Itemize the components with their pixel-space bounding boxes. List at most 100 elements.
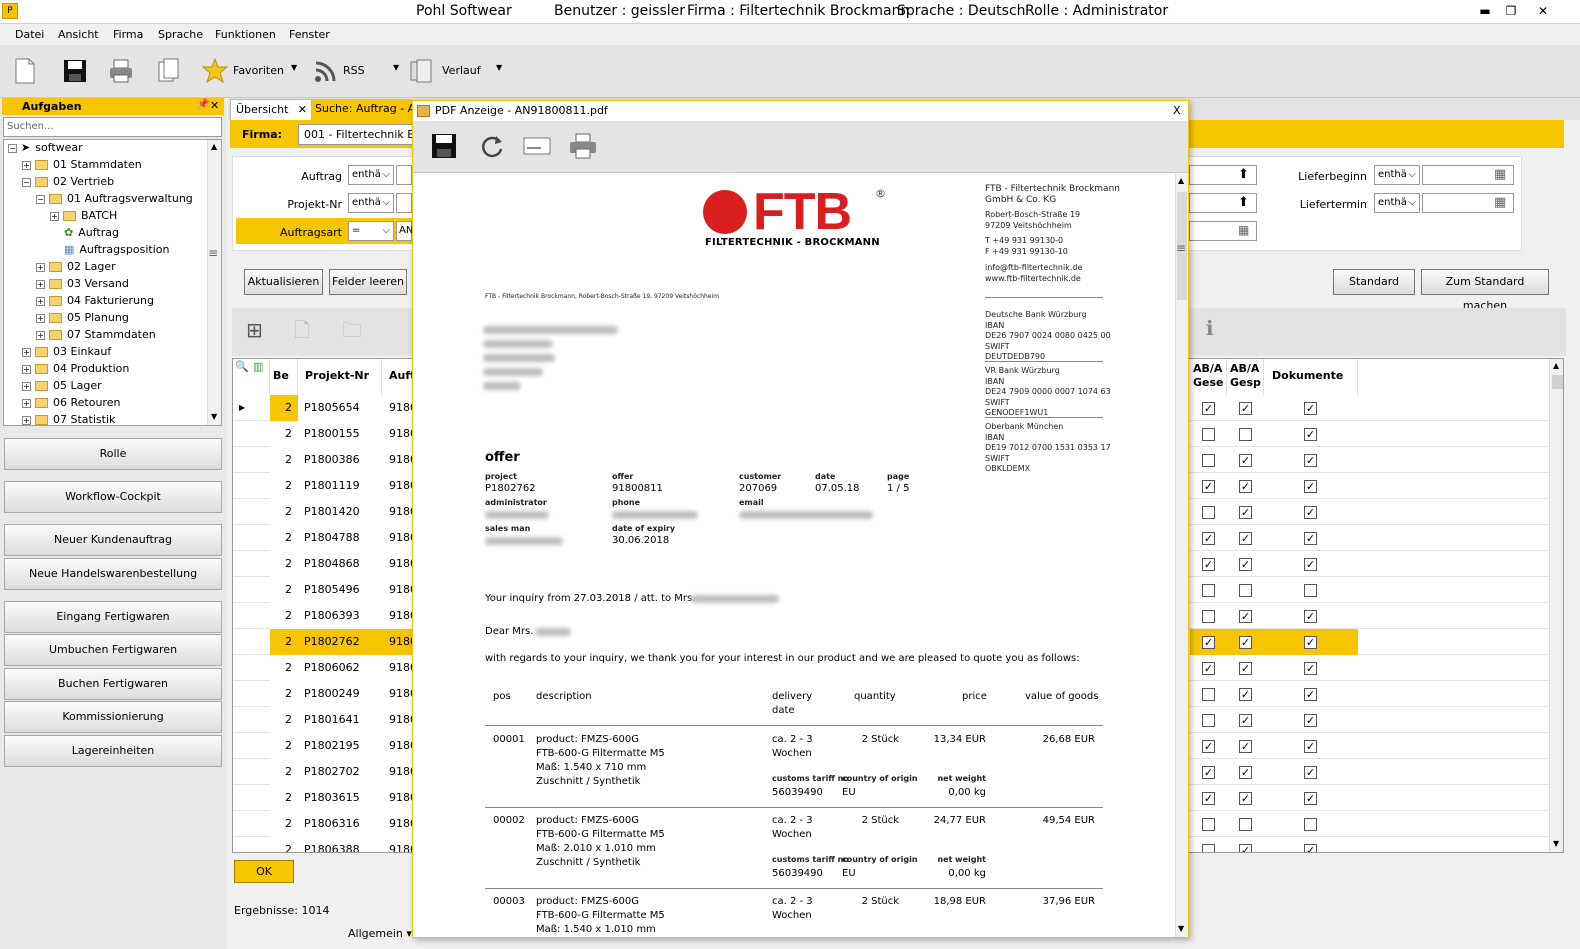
eingang-fertigwaren-button[interactable]: Eingang Fertigwaren <box>4 601 222 633</box>
cell-auftrag[interactable]: 9180 <box>382 447 414 473</box>
checkbox-ab-gesendet[interactable] <box>1202 584 1215 597</box>
cell-be[interactable]: 2 <box>270 603 298 629</box>
grid-layout-icon[interactable]: ⊞ <box>246 318 263 342</box>
liefertermin-operator-select[interactable]: enthä <box>1374 193 1420 213</box>
tree-node-07-statistik[interactable]: +07 Statistik <box>22 412 115 425</box>
header-ab-gesendet[interactable]: AB/A Gese <box>1190 359 1227 395</box>
cell-be[interactable]: 2 <box>270 421 298 447</box>
pin-icon[interactable]: 📌 <box>197 99 209 110</box>
calendar-icon[interactable]: ▦ <box>1494 195 1506 210</box>
checkbox-ab-gespeichert[interactable]: ✓ <box>1239 714 1252 727</box>
checkbox-ab-gespeichert[interactable]: ✓ <box>1239 766 1252 779</box>
star-favorites-icon[interactable] <box>202 57 228 85</box>
checkbox-ab-gespeichert[interactable]: ✓ <box>1239 844 1252 852</box>
expand-icon[interactable]: + <box>22 381 31 391</box>
menu-sprache[interactable]: Sprache <box>158 28 203 41</box>
cell-be[interactable]: 2 <box>270 577 298 603</box>
cell-auftrag[interactable]: 9180 <box>382 811 414 837</box>
checkbox-ab-gespeichert[interactable] <box>1239 818 1252 831</box>
new-icon[interactable]: 🗋 <box>294 316 310 350</box>
cell-be[interactable]: 2 <box>270 525 298 551</box>
pdf-save-icon[interactable] <box>431 133 457 159</box>
cell-auftrag[interactable]: 9180 <box>382 655 414 681</box>
cell-auftrag[interactable]: 9180 <box>382 499 414 525</box>
expand-icon[interactable]: + <box>50 211 59 221</box>
expand-icon[interactable]: + <box>36 279 45 289</box>
grid-scrollbar[interactable]: ▲ ▼ <box>1549 359 1563 852</box>
tab-close-icon[interactable]: ✕ <box>298 100 307 120</box>
favoriten-dropdown-icon[interactable]: ▼ <box>291 63 297 72</box>
collapse-icon[interactable]: − <box>22 177 31 187</box>
pdf-scrollbar[interactable]: ▲ ▼ <box>1175 174 1188 937</box>
menu-funktionen[interactable]: Funktionen <box>215 28 276 41</box>
checkbox-ab-gespeichert[interactable]: ✓ <box>1239 792 1252 805</box>
scroll-up-icon[interactable]: ▲ <box>1178 176 1184 185</box>
tab-suche-auftrag[interactable]: Suche: Auftrag - Au <box>312 99 412 120</box>
expand-icon[interactable]: + <box>22 398 31 408</box>
menu-firma[interactable]: Firma <box>113 28 143 41</box>
checkbox-dokumente[interactable] <box>1304 584 1317 597</box>
tree-node-03-versand[interactable]: +03 Versand <box>36 276 129 292</box>
close-button[interactable]: ✕ <box>1530 2 1556 20</box>
panel-close-icon[interactable]: ✕ <box>210 99 219 112</box>
checkbox-ab-gespeichert[interactable] <box>1239 584 1252 597</box>
cell-be[interactable]: 2 <box>270 733 298 759</box>
firma-select[interactable]: 001 - Filtertechnik Brockmann <box>298 124 413 145</box>
checkbox-ab-gesendet[interactable]: ✓ <box>1202 480 1215 493</box>
tree-node-01-stammdaten[interactable]: +01 Stammdaten <box>22 157 142 173</box>
checkbox-ab-gespeichert[interactable] <box>1239 428 1252 441</box>
checkbox-ab-gesendet[interactable]: ✓ <box>1202 740 1215 753</box>
expand-icon[interactable]: + <box>22 364 31 374</box>
checkbox-ab-gesendet[interactable] <box>1202 506 1215 519</box>
checkbox-ab-gespeichert[interactable]: ✓ <box>1239 688 1252 701</box>
calendar-icon[interactable]: ▦ <box>1494 167 1506 182</box>
checkbox-dokumente[interactable]: ✓ <box>1304 480 1317 493</box>
cell-be[interactable]: 2 <box>270 811 298 837</box>
buchen-fertigwaren-button[interactable]: Buchen Fertigwaren <box>4 668 222 700</box>
cell-auftrag[interactable]: 9180 <box>382 681 414 707</box>
tree-node-softwear[interactable]: − ➤ softwear <box>8 140 83 156</box>
checkbox-ab-gesendet[interactable] <box>1202 428 1215 441</box>
expand-icon[interactable]: + <box>22 347 31 357</box>
arrow-up-icon[interactable]: ⬆ <box>1238 195 1249 210</box>
cell-auftrag[interactable]: 9180 <box>382 837 414 852</box>
cell-auftrag[interactable]: 9180 <box>382 395 414 421</box>
cell-projekt-nr[interactable]: P1804788 <box>298 525 382 551</box>
header-ab-gespeichert[interactable]: AB/A Gesp <box>1227 359 1264 395</box>
tree-node-04-produktion[interactable]: +04 Produktion <box>22 361 129 377</box>
checkbox-ab-gesendet[interactable] <box>1202 688 1215 701</box>
umbuchen-fertigwaren-button[interactable]: Umbuchen Fertigwaren <box>4 634 222 666</box>
menu-datei[interactable]: Datei <box>15 28 44 41</box>
expand-icon[interactable]: + <box>36 296 45 306</box>
cell-auftrag[interactable]: 9180 <box>382 577 414 603</box>
open-folder-icon[interactable]: 🗀 <box>342 316 362 350</box>
collapse-icon[interactable]: − <box>36 194 45 204</box>
verlauf-label[interactable]: Verlauf <box>442 64 481 77</box>
history-icon[interactable] <box>408 57 434 85</box>
rss-icon[interactable] <box>313 57 339 85</box>
checkbox-ab-gespeichert[interactable]: ✓ <box>1239 558 1252 571</box>
checkbox-dokumente[interactable]: ✓ <box>1304 454 1317 467</box>
save-icon[interactable] <box>62 57 88 85</box>
cell-projekt-nr[interactable]: P1802762 <box>298 629 382 655</box>
new-document-icon[interactable] <box>12 57 38 85</box>
cell-projekt-nr[interactable]: P1800386 <box>298 447 382 473</box>
arrow-up-icon[interactable]: ⬆ <box>1238 167 1249 182</box>
auftrag-input[interactable] <box>396 165 412 185</box>
projekt-operator-select[interactable]: enthä <box>348 193 394 213</box>
checkbox-dokumente[interactable]: ✓ <box>1304 662 1317 675</box>
checkbox-ab-gesendet[interactable]: ✓ <box>1202 636 1215 649</box>
scroll-down-icon[interactable]: ▼ <box>1178 924 1184 933</box>
menu-ansicht[interactable]: Ansicht <box>58 28 99 41</box>
kommissionierung-button[interactable]: Kommissionierung <box>4 701 222 733</box>
checkbox-dokumente[interactable]: ✓ <box>1304 740 1317 753</box>
print-icon[interactable] <box>108 57 134 85</box>
chart-icon[interactable]: ▥ <box>253 360 263 374</box>
cell-projekt-nr[interactable]: P1802702 <box>298 759 382 785</box>
cell-auftrag[interactable]: 9180 <box>382 707 414 733</box>
checkbox-dokumente[interactable] <box>1304 818 1317 831</box>
expand-icon[interactable]: + <box>36 262 45 272</box>
neue-handelswarenbestellung-button[interactable]: Neue Handelswarenbestellung <box>4 558 222 590</box>
checkbox-dokumente[interactable]: ✓ <box>1304 688 1317 701</box>
cell-projekt-nr[interactable]: P1801641 <box>298 707 382 733</box>
